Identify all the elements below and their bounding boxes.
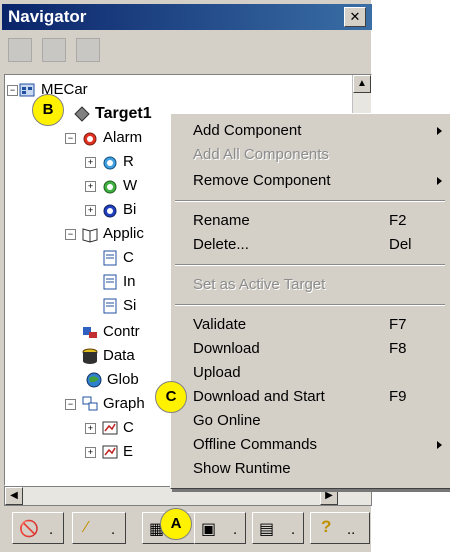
- tab-draw[interactable]: ⁄ .: [72, 512, 126, 544]
- globe-icon: [86, 372, 102, 388]
- alarm-clock-icon: [103, 156, 117, 170]
- expand-icon[interactable]: +: [85, 205, 96, 216]
- shortcut-validate: F7: [389, 316, 407, 333]
- tree-label: R: [123, 153, 134, 170]
- tree-label: Si: [123, 297, 137, 314]
- expand-icon[interactable]: +: [85, 447, 96, 458]
- menu-separator: [175, 264, 445, 266]
- collapse-icon[interactable]: −: [7, 85, 18, 96]
- menu-item-download-and-start[interactable]: Download and Start: [193, 386, 325, 408]
- shortcut-rename: F2: [389, 212, 407, 229]
- toolbar-icon-2[interactable]: [42, 38, 66, 62]
- tree-label: In: [123, 273, 136, 290]
- shortcut-delete: Del: [389, 236, 412, 253]
- toolbar-icon-3[interactable]: [76, 38, 100, 62]
- expand-icon[interactable]: +: [85, 423, 96, 434]
- tab-label: .: [233, 521, 238, 538]
- graph-icon: [82, 396, 98, 411]
- callout-a: A: [160, 508, 192, 540]
- expand-icon[interactable]: +: [85, 181, 96, 192]
- help-icon: ?: [321, 517, 332, 536]
- device-icon: ▣: [201, 521, 217, 538]
- scroll-right-icon[interactable]: ▶: [320, 487, 338, 505]
- pen-icon: ⁄: [85, 519, 88, 536]
- tree-label: W: [123, 177, 138, 194]
- menu-item-delete[interactable]: Delete...: [193, 234, 249, 256]
- submenu-arrow-icon: [437, 441, 442, 449]
- menu-item-upload[interactable]: Upload: [193, 362, 241, 384]
- tree-label: Bi: [123, 201, 137, 218]
- horizontal-scrollbar[interactable]: ◀ ▶: [4, 486, 372, 506]
- collapse-icon[interactable]: −: [65, 399, 76, 410]
- collapse-icon[interactable]: −: [65, 229, 76, 240]
- expand-icon[interactable]: +: [85, 157, 96, 168]
- document-icon: [103, 250, 117, 266]
- menu-separator: [175, 304, 445, 306]
- control-icon: [83, 327, 97, 338]
- chart-window-icon: [102, 445, 118, 459]
- submenu-arrow-icon: [437, 127, 442, 135]
- tab-devices[interactable]: ▣ .: [194, 512, 246, 544]
- project-icon: [19, 83, 35, 97]
- tab-label: .: [111, 521, 116, 538]
- menu-separator: [175, 200, 445, 202]
- shortcut-download: F8: [389, 340, 407, 357]
- tree-label: C: [123, 249, 134, 266]
- shortcut-download-and-start: F9: [389, 388, 407, 405]
- document-icon: ▤: [259, 521, 275, 538]
- tree-label: Data: [103, 347, 135, 364]
- window-title: Navigator: [8, 7, 87, 26]
- alarm-clock-icon: [103, 204, 117, 218]
- context-menu: Add Component Add All Components Remove …: [170, 113, 450, 489]
- document-icon: [103, 274, 117, 290]
- target-icon: 🚫: [19, 521, 39, 538]
- collapse-icon[interactable]: −: [65, 133, 76, 144]
- menu-item-add-all-components: Add All Components: [193, 146, 329, 163]
- menu-item-validate[interactable]: Validate: [193, 314, 246, 336]
- alarm-clock-icon: [83, 132, 97, 146]
- database-icon: [82, 348, 98, 364]
- tree-label: Contr: [103, 323, 140, 340]
- scroll-left-icon[interactable]: ◀: [5, 487, 23, 505]
- tab-documents[interactable]: ▤ .: [252, 512, 304, 544]
- tree-label: Graph: [103, 395, 145, 412]
- alarm-clock-icon: [103, 180, 117, 194]
- close-button[interactable]: ✕: [344, 7, 366, 27]
- tree-label: C: [123, 419, 134, 436]
- submenu-arrow-icon: [437, 177, 442, 185]
- menu-item-remove-component[interactable]: Remove Component: [193, 170, 331, 192]
- tab-label: .: [291, 521, 296, 538]
- callout-c: C: [155, 381, 187, 413]
- document-icon: [103, 298, 117, 314]
- title-bar[interactable]: Navigator ✕: [2, 4, 372, 30]
- tree-label: Glob: [107, 371, 139, 388]
- tree-label: Applic: [103, 225, 144, 242]
- menu-item-show-runtime[interactable]: Show Runtime: [193, 458, 291, 480]
- menu-item-set-active-target: Set as Active Target: [193, 276, 326, 293]
- scroll-up-icon[interactable]: ▲: [353, 75, 371, 93]
- chart-window-icon: [102, 421, 118, 435]
- tab-help[interactable]: ? ..: [310, 512, 370, 544]
- menu-item-add-component[interactable]: Add Component: [193, 120, 301, 142]
- diamond-icon: [74, 106, 90, 122]
- tree-label-target: Target1: [95, 105, 152, 122]
- grid-view-icon[interactable]: [8, 38, 32, 62]
- menu-item-go-online[interactable]: Go Online: [193, 410, 261, 432]
- tree-label: Alarm: [103, 129, 143, 146]
- menu-item-offline-commands[interactable]: Offline Commands: [193, 434, 317, 456]
- tab-label: .: [49, 521, 54, 538]
- book-icon: [82, 228, 98, 243]
- callout-b: B: [32, 94, 64, 126]
- tab-label: ..: [347, 521, 356, 538]
- tree-label: E: [123, 443, 134, 460]
- tab-targets[interactable]: 🚫 .: [12, 512, 64, 544]
- menu-item-rename[interactable]: Rename: [193, 210, 250, 232]
- menu-item-download[interactable]: Download: [193, 338, 260, 360]
